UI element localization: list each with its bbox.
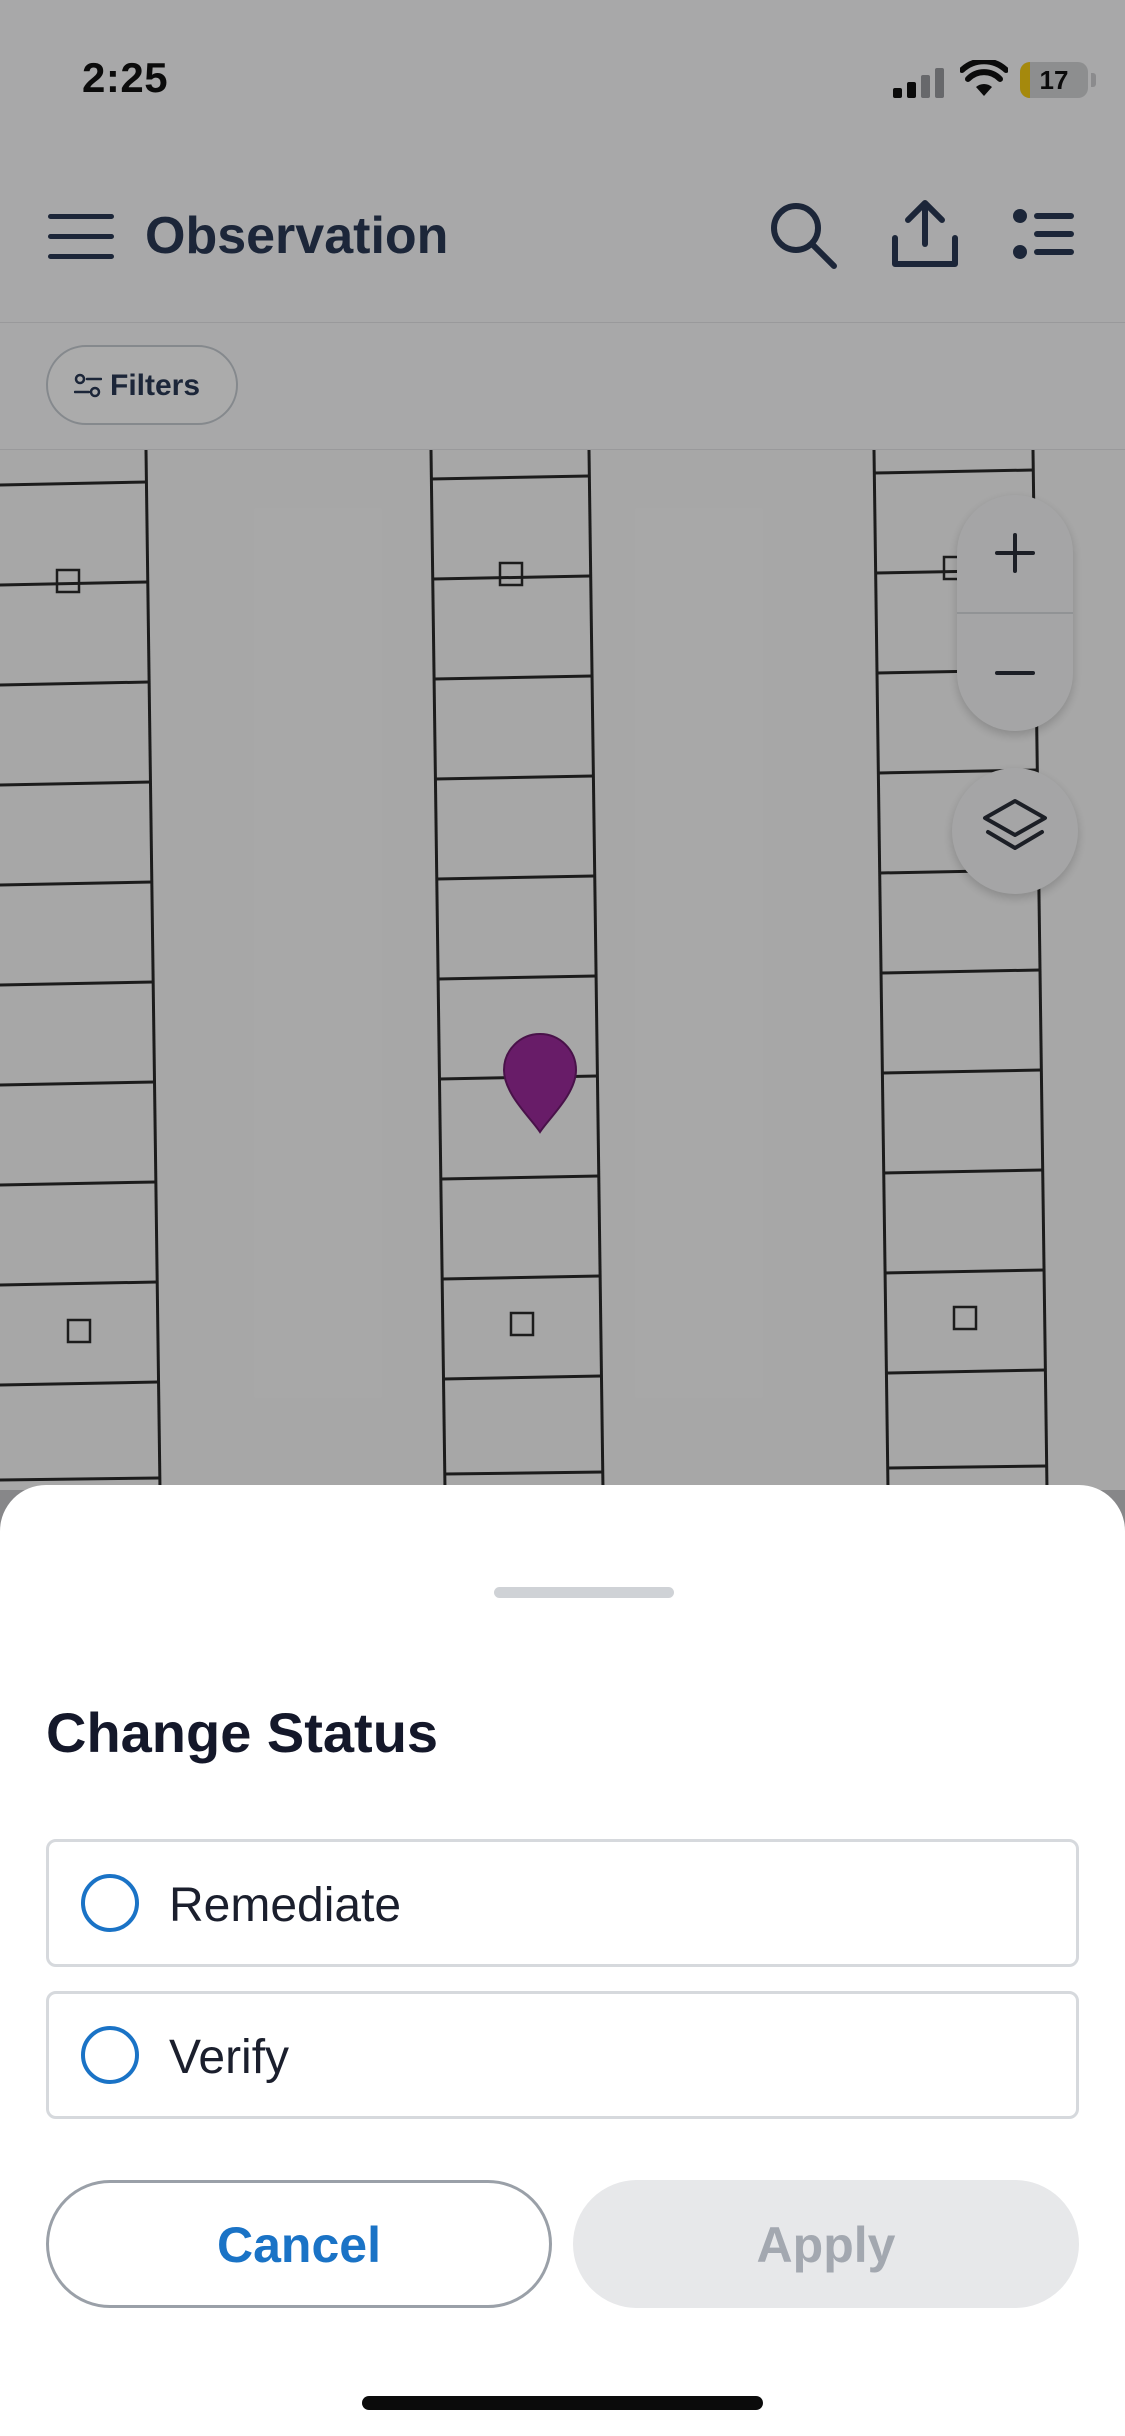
home-indicator xyxy=(362,2396,763,2410)
screen: 2:25 17 Observation Filters Change Statu… xyxy=(0,0,1125,2436)
radio-button[interactable] xyxy=(81,1874,139,1932)
option-label: Verify xyxy=(169,2031,290,2084)
status-option-verify[interactable]: Verify xyxy=(46,1991,1079,2119)
sheet-grabber[interactable] xyxy=(494,1587,674,1598)
option-label: Remediate xyxy=(169,1879,402,1932)
sheet-title: Change Status xyxy=(46,1701,439,1764)
cancel-button[interactable]: Cancel xyxy=(46,2180,552,2308)
status-option-remediate[interactable]: Remediate xyxy=(46,1839,1079,1967)
radio-button[interactable] xyxy=(81,2026,139,2084)
apply-button[interactable]: Apply xyxy=(573,2180,1079,2308)
